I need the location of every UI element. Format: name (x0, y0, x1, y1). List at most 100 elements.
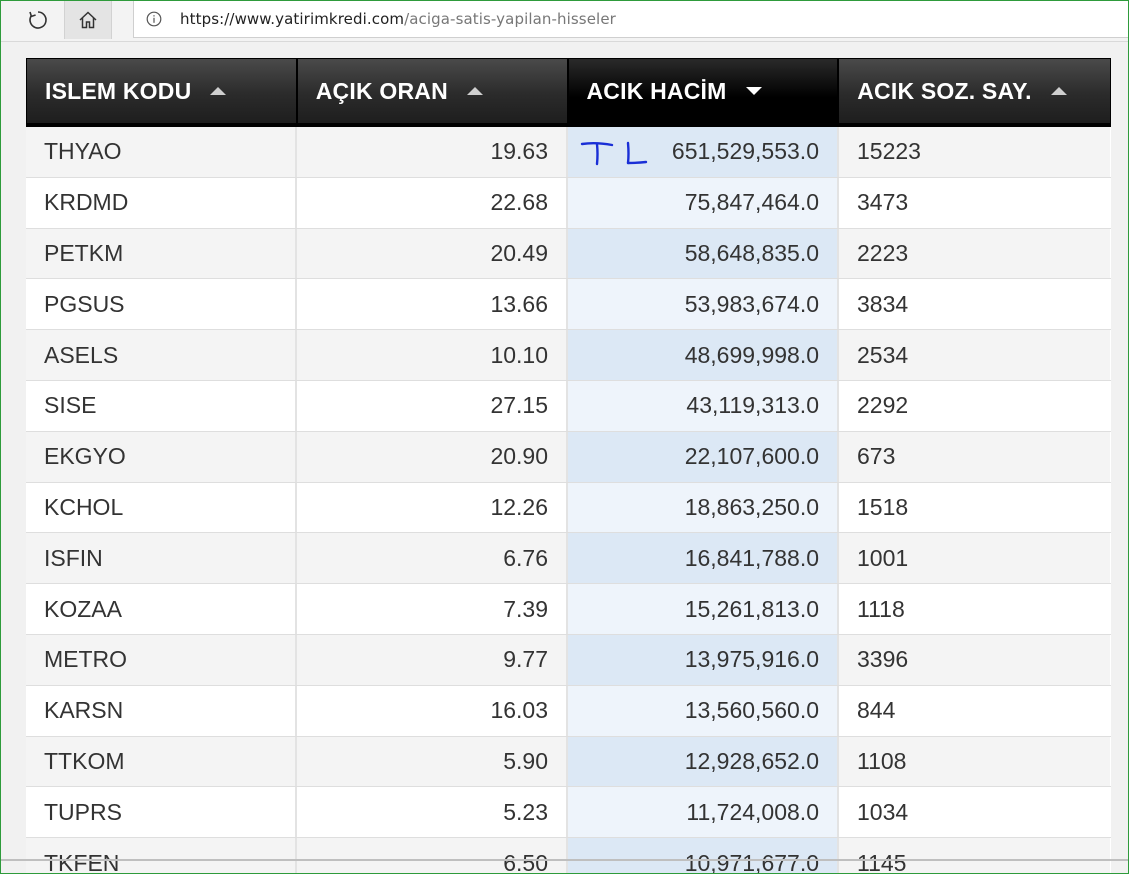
cell-islem-kodu-value: ASELS (44, 341, 119, 368)
cell-acik-oran: 19.63 (297, 127, 568, 177)
sort-asc-icon[interactable] (1050, 86, 1068, 96)
cell-islem-kodu: ASELS (26, 330, 297, 380)
cell-acik-hacim-value: 15,261,813.0 (684, 595, 819, 622)
table-row[interactable]: ISFIN 6.76 16,841,788.0 1001 (26, 533, 1111, 585)
sort-asc-icon[interactable] (466, 86, 484, 96)
table-row[interactable]: ASELS 10.10 48,699,998.0 2534 (26, 330, 1111, 381)
cell-acik-hacim: 22,107,600.0 (568, 431, 839, 482)
cell-acik-oran-value: 20.49 (490, 239, 548, 266)
cell-islem-kodu-value: THYAO (44, 138, 122, 165)
cell-acik-hacim: 58,648,835.0 (568, 228, 839, 279)
address-bar[interactable]: https://www.yatirimkredi.com/aciga-satis… (133, 1, 1128, 38)
table-row[interactable]: TKFEN 6.50 10,971,677.0 1145 (26, 838, 1111, 874)
cell-islem-kodu-value: SISE (44, 392, 97, 419)
table-row[interactable]: EKGYO 20.90 22,107,600.0 673 (26, 431, 1111, 483)
info-icon[interactable] (146, 11, 162, 27)
cell-acik-hacim: 15,261,813.0 (568, 584, 839, 634)
cell-acik-oran-value: 22.68 (490, 189, 548, 216)
table-row[interactable]: SISE 27.15 43,119,313.0 2292 (26, 380, 1111, 432)
home-icon (79, 11, 97, 29)
header-acik-soz-say[interactable]: ACIK SOZ. SAY. (839, 59, 1110, 123)
sort-desc-icon[interactable] (745, 86, 763, 96)
table-row[interactable]: PETKM 20.49 58,648,835.0 2223 (26, 228, 1111, 280)
cell-acik-oran: 12.26 (297, 482, 568, 533)
cell-acik-soz-say-value: 15223 (857, 138, 921, 165)
cell-acik-oran: 5.90 (297, 736, 568, 787)
header-islem-kodu[interactable]: ISLEM KODU (27, 59, 298, 123)
cell-acik-soz-say: 1518 (839, 482, 1110, 533)
cell-acik-hacim: 13,975,916.0 (568, 634, 839, 685)
cell-acik-oran: 9.77 (297, 634, 568, 685)
cell-islem-kodu: TKFEN (26, 838, 297, 873)
cell-islem-kodu: METRO (26, 634, 297, 685)
cell-acik-oran: 20.49 (297, 228, 568, 279)
sort-asc-icon[interactable] (209, 86, 227, 96)
cell-acik-soz-say-value: 844 (857, 697, 896, 724)
cell-acik-hacim-value: 13,975,916.0 (684, 646, 819, 673)
cell-acik-oran-value: 10.10 (490, 341, 548, 368)
cell-acik-soz-say: 2223 (839, 228, 1110, 279)
window-bottom-border (1, 859, 1128, 861)
cell-acik-oran-value: 13.66 (490, 290, 548, 317)
cell-islem-kodu-value: PGSUS (44, 290, 125, 317)
header-label: AÇIK ORAN (315, 77, 448, 104)
cell-acik-oran-value: 19.63 (490, 138, 548, 165)
refresh-button[interactable] (15, 1, 61, 39)
cell-acik-oran: 7.39 (297, 584, 568, 634)
cell-islem-kodu: TTKOM (26, 736, 297, 787)
table-row[interactable]: TTKOM 5.90 12,928,652.0 1108 (26, 736, 1111, 788)
cell-acik-hacim-value: 58,648,835.0 (684, 239, 819, 266)
cell-acik-oran-value: 16.03 (490, 697, 548, 724)
cell-acik-oran: 16.03 (297, 685, 568, 736)
cell-acik-oran: 6.76 (297, 533, 568, 584)
cell-acik-hacim: 12,928,652.0 (568, 736, 839, 787)
table-row[interactable]: PGSUS 13.66 53,983,674.0 3834 (26, 279, 1111, 331)
header-acik-hacim[interactable]: ACIK HACİM (568, 59, 840, 123)
cell-acik-soz-say-value: 1518 (857, 493, 909, 520)
cell-acik-soz-say: 1034 (839, 787, 1110, 838)
table-row[interactable]: THYAO 19.63 651,529,553.0 15223 (26, 127, 1111, 178)
table-row[interactable]: KOZAA 7.39 15,261,813.0 1118 (26, 584, 1111, 635)
cell-islem-kodu: PGSUS (26, 279, 297, 330)
cell-acik-hacim: 48,699,998.0 (568, 330, 839, 380)
cell-acik-soz-say-value: 2534 (857, 341, 909, 368)
cell-acik-soz-say-value: 1145 (857, 849, 907, 874)
cell-acik-hacim: 16,841,788.0 (568, 533, 839, 584)
cell-acik-oran-value: 5.90 (503, 747, 548, 774)
cell-acik-oran-value: 27.15 (490, 392, 548, 419)
cell-acik-soz-say-value: 3834 (857, 290, 909, 317)
cell-acik-soz-say-value: 3396 (857, 646, 909, 673)
cell-acik-hacim: 13,560,560.0 (568, 685, 839, 736)
url-host: https://www.yatirimkredi.com (180, 10, 405, 28)
table-row[interactable]: TUPRS 5.23 11,724,008.0 1034 (26, 787, 1111, 839)
cell-acik-soz-say: 673 (839, 431, 1110, 482)
cell-acik-oran: 13.66 (297, 279, 568, 330)
cell-acik-soz-say-value: 2223 (857, 239, 909, 266)
cell-acik-oran: 6.50 (297, 838, 568, 873)
browser-toolbar: https://www.yatirimkredi.com/aciga-satis… (1, 1, 1128, 42)
short-selling-table: ISLEM KODU AÇIK ORAN ACIK HACİM ACIK SOZ. S… (26, 58, 1111, 874)
cell-acik-oran: 27.15 (297, 380, 568, 431)
cell-acik-soz-say: 1118 (839, 584, 1110, 634)
cell-islem-kodu-value: METRO (44, 646, 128, 673)
table-row[interactable]: KRDMD 22.68 75,847,464.0 3473 (26, 177, 1111, 229)
cell-islem-kodu-value: KRDMD (44, 189, 129, 216)
cell-acik-hacim-value: 11,724,008.0 (686, 798, 819, 825)
header-acik-oran[interactable]: AÇIK ORAN (297, 59, 569, 123)
table-row[interactable]: KCHOL 12.26 18,863,250.0 1518 (26, 482, 1111, 534)
cell-acik-hacim: 43,119,313.0 (568, 380, 839, 431)
refresh-icon (29, 11, 47, 29)
url-text[interactable]: https://www.yatirimkredi.com/aciga-satis… (180, 10, 616, 28)
cell-acik-hacim-value: 16,841,788.0 (684, 544, 819, 571)
header-label: ISLEM KODU (45, 77, 192, 104)
table-row[interactable]: KARSN 16.03 13,560,560.0 844 (26, 685, 1111, 737)
cell-acik-hacim-value: 75,847,464.0 (684, 189, 819, 216)
cell-acik-soz-say-value: 2292 (857, 392, 909, 419)
cell-acik-hacim-value: 53,983,674.0 (684, 290, 819, 317)
cell-islem-kodu-value: TUPRS (44, 798, 122, 825)
cell-islem-kodu: TUPRS (26, 787, 297, 838)
table-row[interactable]: METRO 9.77 13,975,916.0 3396 (26, 634, 1111, 686)
cell-acik-soz-say: 844 (839, 685, 1110, 736)
cell-islem-kodu: KCHOL (26, 482, 297, 533)
home-button[interactable] (64, 1, 112, 39)
